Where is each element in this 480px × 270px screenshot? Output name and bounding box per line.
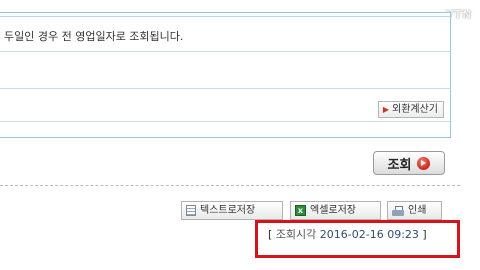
info-row-tools: ▶ 외환계산기 (0, 89, 450, 122)
search-button-label: 조회 (387, 157, 412, 173)
print-button[interactable]: 인쇄 (387, 201, 442, 220)
save-as-excel-label: 엑셀로저장 (310, 205, 356, 216)
text-document-icon (186, 205, 196, 216)
fx-calculator-button[interactable]: ▶ 외환계산기 (377, 101, 444, 118)
info-panel: 두일인 경우 전 영업일자로 조회됩니다. ▶ 외환계산기 (0, 12, 451, 138)
info-row-notice: 두일인 경우 전 영업일자로 조회됩니다. (0, 17, 450, 52)
save-as-text-label: 텍스트로저장 (200, 205, 256, 216)
timestamp-label: 조회시각 (275, 228, 317, 241)
go-arrow-icon (417, 156, 431, 170)
search-button[interactable]: 조회 (373, 151, 445, 175)
print-label: 인쇄 (408, 205, 427, 216)
red-arrow-icon: ▶ (382, 105, 389, 114)
dashed-divider (0, 185, 460, 186)
info-row-empty (0, 52, 450, 89)
printer-icon (392, 205, 404, 216)
save-as-excel-button[interactable]: x 엑셀로저장 (290, 201, 381, 220)
save-as-text-button[interactable]: 텍스트로저장 (181, 201, 283, 220)
query-timestamp: [ 조회시각 2016-02-16 09:23 ] (268, 226, 427, 242)
timestamp-value: 2016-02-16 09:23 (319, 228, 419, 241)
timestamp-close-bracket: ] (422, 228, 427, 241)
excel-icon: x (295, 205, 306, 216)
notice-text: 두일인 경우 전 영업일자로 조회됩니다. (4, 30, 184, 43)
timestamp-open-bracket: [ (268, 228, 273, 241)
fx-calculator-label: 외환계산기 (392, 104, 438, 115)
